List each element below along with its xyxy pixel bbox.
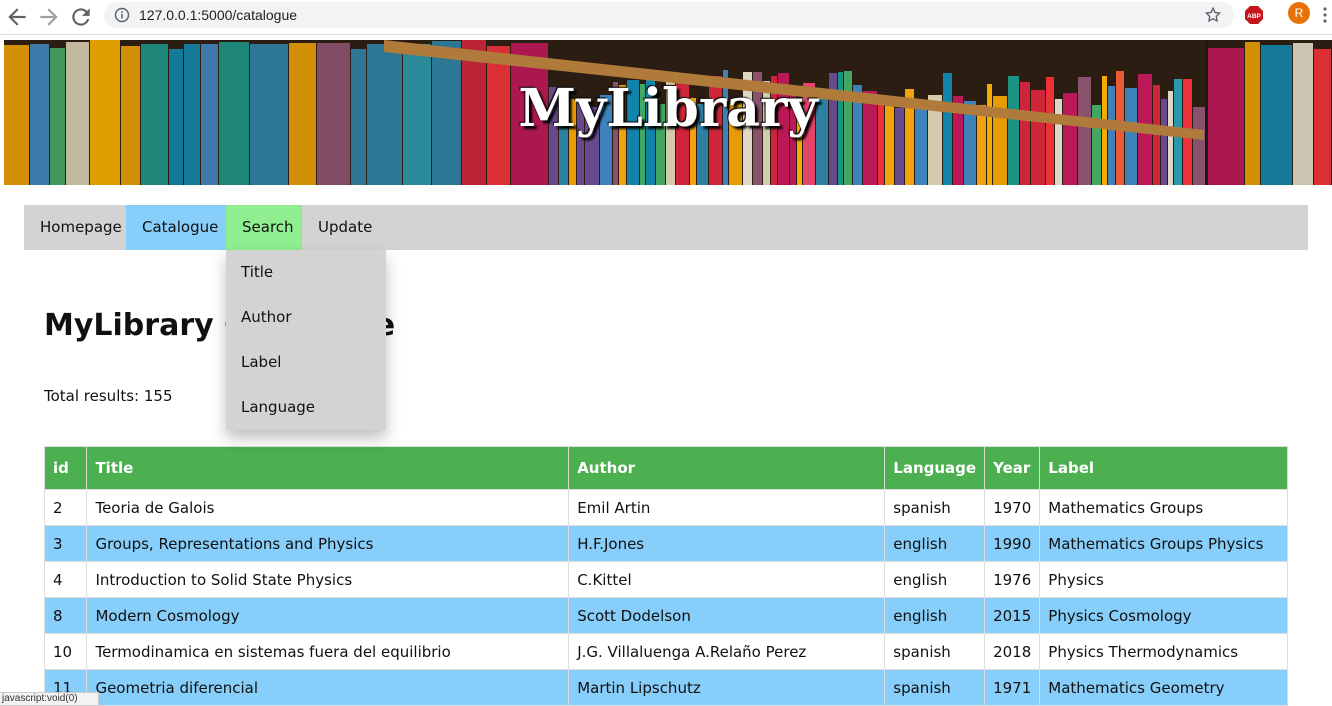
menu-dots-icon[interactable] <box>1322 6 1328 24</box>
header-banner: MyLibrary <box>4 40 1332 185</box>
cell-year: 1971 <box>984 669 1041 706</box>
nav-update[interactable]: Update <box>302 205 384 250</box>
cell-label: Mathematics Groups <box>1039 489 1288 526</box>
total-results-text: Total results: 155 <box>44 387 173 405</box>
cell-language: spanish <box>884 489 986 526</box>
catalogue-table: id Title Author Language Year Label 2 Teo… <box>43 446 1288 706</box>
header-language: Language <box>884 446 986 490</box>
cell-label: Mathematics Groups Physics <box>1039 525 1288 562</box>
cell-author: C.Kittel <box>568 561 886 598</box>
cell-id: 8 <box>43 597 88 634</box>
adblock-label: ABP <box>1247 13 1261 20</box>
adblock-icon[interactable]: ABP <box>1244 5 1264 25</box>
cell-id: 10 <box>43 633 88 670</box>
search-by-label[interactable]: Label <box>226 340 386 385</box>
forward-arrow-icon[interactable] <box>36 4 62 30</box>
url-text[interactable]: 127.0.0.1:5000/catalogue <box>139 5 297 25</box>
browser-toolbar: 127.0.0.1:5000/catalogue ABP R <box>0 0 1332 35</box>
address-bar[interactable]: 127.0.0.1:5000/catalogue <box>104 2 1234 28</box>
header-label: Label <box>1039 446 1288 490</box>
cell-language: spanish <box>884 633 986 670</box>
cell-author: Martin Lipschutz <box>568 669 886 706</box>
cell-label: Physics Cosmology <box>1039 597 1288 634</box>
cell-language: english <box>884 525 986 562</box>
cell-id: 2 <box>43 489 88 526</box>
table-row: 3 Groups, Representations and Physics H.F.… <box>43 525 1288 562</box>
table-header-row: id Title Author Language Year Label <box>43 446 1288 490</box>
cell-label: Physics Thermodynamics <box>1039 633 1288 670</box>
nav-search[interactable]: Search <box>226 205 302 250</box>
table-row: 4 Introduction to Solid State Physics C.Ki… <box>43 561 1288 598</box>
reload-icon[interactable] <box>68 4 94 30</box>
cell-title: Geometria diferencial <box>86 669 570 706</box>
cell-title: Modern Cosmology <box>86 597 570 634</box>
cell-label: Physics <box>1039 561 1288 598</box>
cell-year: 2018 <box>984 633 1041 670</box>
total-results: Total results: 155 <box>44 387 173 405</box>
nav-catalogue[interactable]: Catalogue <box>126 205 226 250</box>
cell-year: 2015 <box>984 597 1041 634</box>
cell-author: Emil Artin <box>568 489 886 526</box>
cell-author: J.G. Villaluenga A.Relaño Perez <box>568 633 886 670</box>
cell-id: 4 <box>43 561 88 598</box>
site-title: MyLibrary <box>518 78 818 139</box>
header-title: Title <box>86 446 570 490</box>
cell-year: 1970 <box>984 489 1041 526</box>
cell-id: 3 <box>43 525 88 562</box>
header-author: Author <box>568 446 886 490</box>
cell-title: Termodinamica en sistemas fuera del equi… <box>86 633 570 670</box>
cell-label: Mathematics Geometry <box>1039 669 1288 706</box>
header-id: id <box>43 446 88 490</box>
cell-language: spanish <box>884 669 986 706</box>
search-dropdown: Title Author Label Language <box>226 250 386 430</box>
table-row: 11 Geometria diferencial Martin Lipschutz s… <box>43 669 1288 706</box>
table-row: 8 Modern Cosmology Scott Dodelson english 20… <box>43 597 1288 634</box>
profile-avatar[interactable]: R <box>1288 2 1310 24</box>
star-icon[interactable] <box>1204 6 1222 24</box>
cell-year: 1990 <box>984 525 1041 562</box>
cell-title: Teoria de Galois <box>86 489 570 526</box>
cell-title: Groups, Representations and Physics <box>86 525 570 562</box>
cell-author: Scott Dodelson <box>568 597 886 634</box>
cell-title: Introduction to Solid State Physics <box>86 561 570 598</box>
table-row: 2 Teoria de Galois Emil Artin spanish 1970 Ma… <box>43 489 1288 526</box>
search-by-language[interactable]: Language <box>226 385 386 430</box>
table-row: 10 Termodinamica en sistemas fuera del eq… <box>43 633 1288 670</box>
back-arrow-icon[interactable] <box>4 4 30 30</box>
info-icon[interactable] <box>114 7 130 23</box>
cell-language: english <box>884 597 986 634</box>
header-year: Year <box>984 446 1041 490</box>
nav-homepage[interactable]: Homepage <box>24 205 126 250</box>
cell-year: 1976 <box>984 561 1041 598</box>
main-nav: Homepage Catalogue Search Update <box>24 205 1308 250</box>
search-by-title[interactable]: Title <box>226 250 386 295</box>
search-by-author[interactable]: Author <box>226 295 386 340</box>
cell-author: H.F.Jones <box>568 525 886 562</box>
cell-language: english <box>884 561 986 598</box>
status-bar: javascript:void(0) <box>0 692 99 706</box>
